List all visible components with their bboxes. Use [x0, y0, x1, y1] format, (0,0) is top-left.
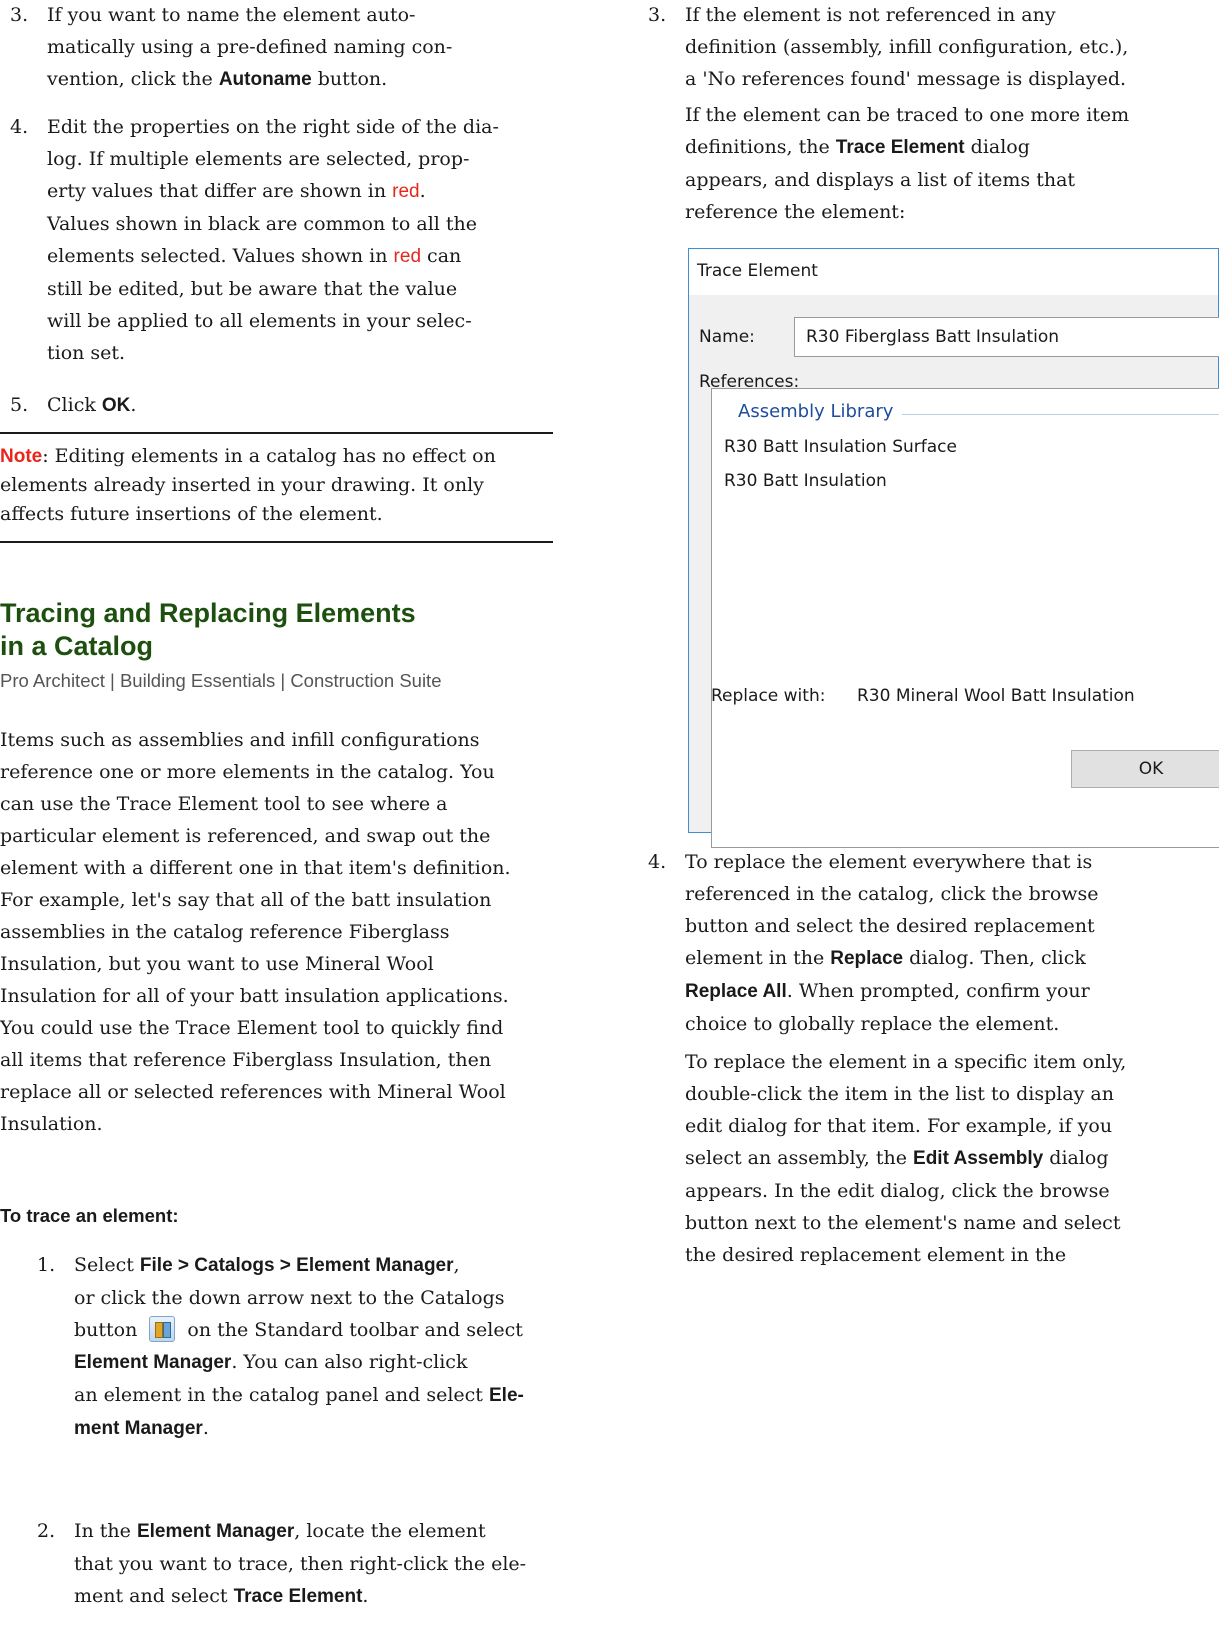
list-item-step-4-right: 4. To replace the element everywhere tha… [648, 846, 1219, 1271]
red-word: red [393, 246, 422, 267]
list-item-step-4: 4. Edit the properties on the right side… [10, 111, 550, 369]
list-item-step-3: 3. If you want to name the element auto-… [10, 0, 550, 96]
dialog-title: Trace Element [697, 261, 818, 281]
note-label: Note [0, 446, 43, 467]
text-line: Edit the properties on the right side of… [47, 116, 499, 138]
text-line: element with a different one in that ite… [0, 857, 511, 879]
procedure-heading: To trace an element: [0, 1205, 179, 1226]
text-line: erty values that differ are shown in red… [47, 180, 426, 202]
name-label: Name: [699, 327, 755, 347]
right-column: 3. If the element is not referenced in a… [648, 0, 1219, 1646]
autoname-term: Autoname [218, 69, 312, 90]
step-number: 3. [10, 4, 29, 26]
text-line: reference one or more elements in the ca… [0, 761, 495, 783]
list-group-header: Assembly Library [712, 401, 1219, 427]
list-item-step-3-right: 3. If the element is not referenced in a… [648, 0, 1219, 228]
name-field[interactable]: R30 Fiberglass Batt Insulation [794, 317, 1219, 357]
section-heading: Tracing and Replacing Elements in a Cata… [0, 598, 416, 661]
step-number: 2. [37, 1520, 56, 1542]
text-line: matically using a pre-defined naming con… [47, 36, 453, 58]
step-number: 3. [648, 4, 667, 26]
text-line: log. If multiple elements are selected, … [47, 148, 470, 170]
replace-value: R30 Mineral Wool Batt Insulation [857, 686, 1135, 706]
ok-term: OK [101, 395, 131, 416]
trace-element-dialog: Trace Element Name: R30 Fiberglass Batt … [688, 248, 1219, 848]
text-line: tion set. [47, 342, 126, 364]
text-line: elements selected. Values shown in red c… [47, 245, 462, 267]
step-number: 4. [648, 851, 667, 873]
group-label: Assembly Library [738, 401, 902, 422]
text-line: vention, click the Autoname button. [47, 68, 388, 90]
text-line: replace all or selected references with … [0, 1081, 506, 1103]
note-box: Note: Editing elements in a catalog has … [0, 432, 553, 543]
step-number: 4. [10, 116, 29, 138]
text-line: all items that reference Fiberglass Insu… [0, 1049, 492, 1071]
product-line: Pro Architect | Building Essentials | Co… [0, 670, 442, 691]
text-line: Insulation. [0, 1113, 103, 1135]
step-number: 1. [37, 1254, 56, 1276]
text-line: If you want to name the element auto- [47, 4, 416, 26]
replace-label: Replace with: [711, 686, 826, 706]
text-line: still be edited, but be aware that the v… [47, 278, 458, 300]
text-line: You could use the Trace Element tool to … [0, 1017, 504, 1039]
dialog-titlebar: Trace Element [689, 249, 1218, 295]
list-item-step-5: 5. Click OK. [10, 389, 550, 422]
text-line: can use the Trace Element tool to see wh… [0, 793, 448, 815]
list-item-procedure-2: 2. In the Element Manager, locate the el… [37, 1515, 557, 1613]
text-line: For example, let's say that all of the b… [0, 889, 492, 911]
ok-button[interactable]: OK [1071, 750, 1219, 788]
group-divider [902, 414, 1219, 415]
list-item[interactable]: R30 Batt Insulation Surface [724, 437, 957, 457]
text-line: Values shown in black are common to all … [47, 213, 478, 235]
text-line: Insulation for all of your batt insulati… [0, 985, 509, 1007]
list-item-procedure-1: 1. Select File > Catalogs > Element Mana… [37, 1249, 557, 1445]
text-line: particular element is referenced, and sw… [0, 825, 491, 847]
intro-paragraph: Items such as assemblies and infill conf… [0, 724, 558, 1140]
step-number: 5. [10, 394, 29, 416]
red-word: red [392, 181, 420, 202]
name-value: R30 Fiberglass Batt Insulation [806, 327, 1060, 347]
list-item[interactable]: R30 Batt Insulation [724, 471, 887, 491]
text-line: assemblies in the catalog reference Fibe… [0, 921, 450, 943]
text-line: Items such as assemblies and infill conf… [0, 729, 480, 751]
text-line: will be applied to all elements in your … [47, 310, 472, 332]
catalogs-button-icon [149, 1316, 176, 1342]
text-line: Insulation, but you want to use Mineral … [0, 953, 434, 975]
